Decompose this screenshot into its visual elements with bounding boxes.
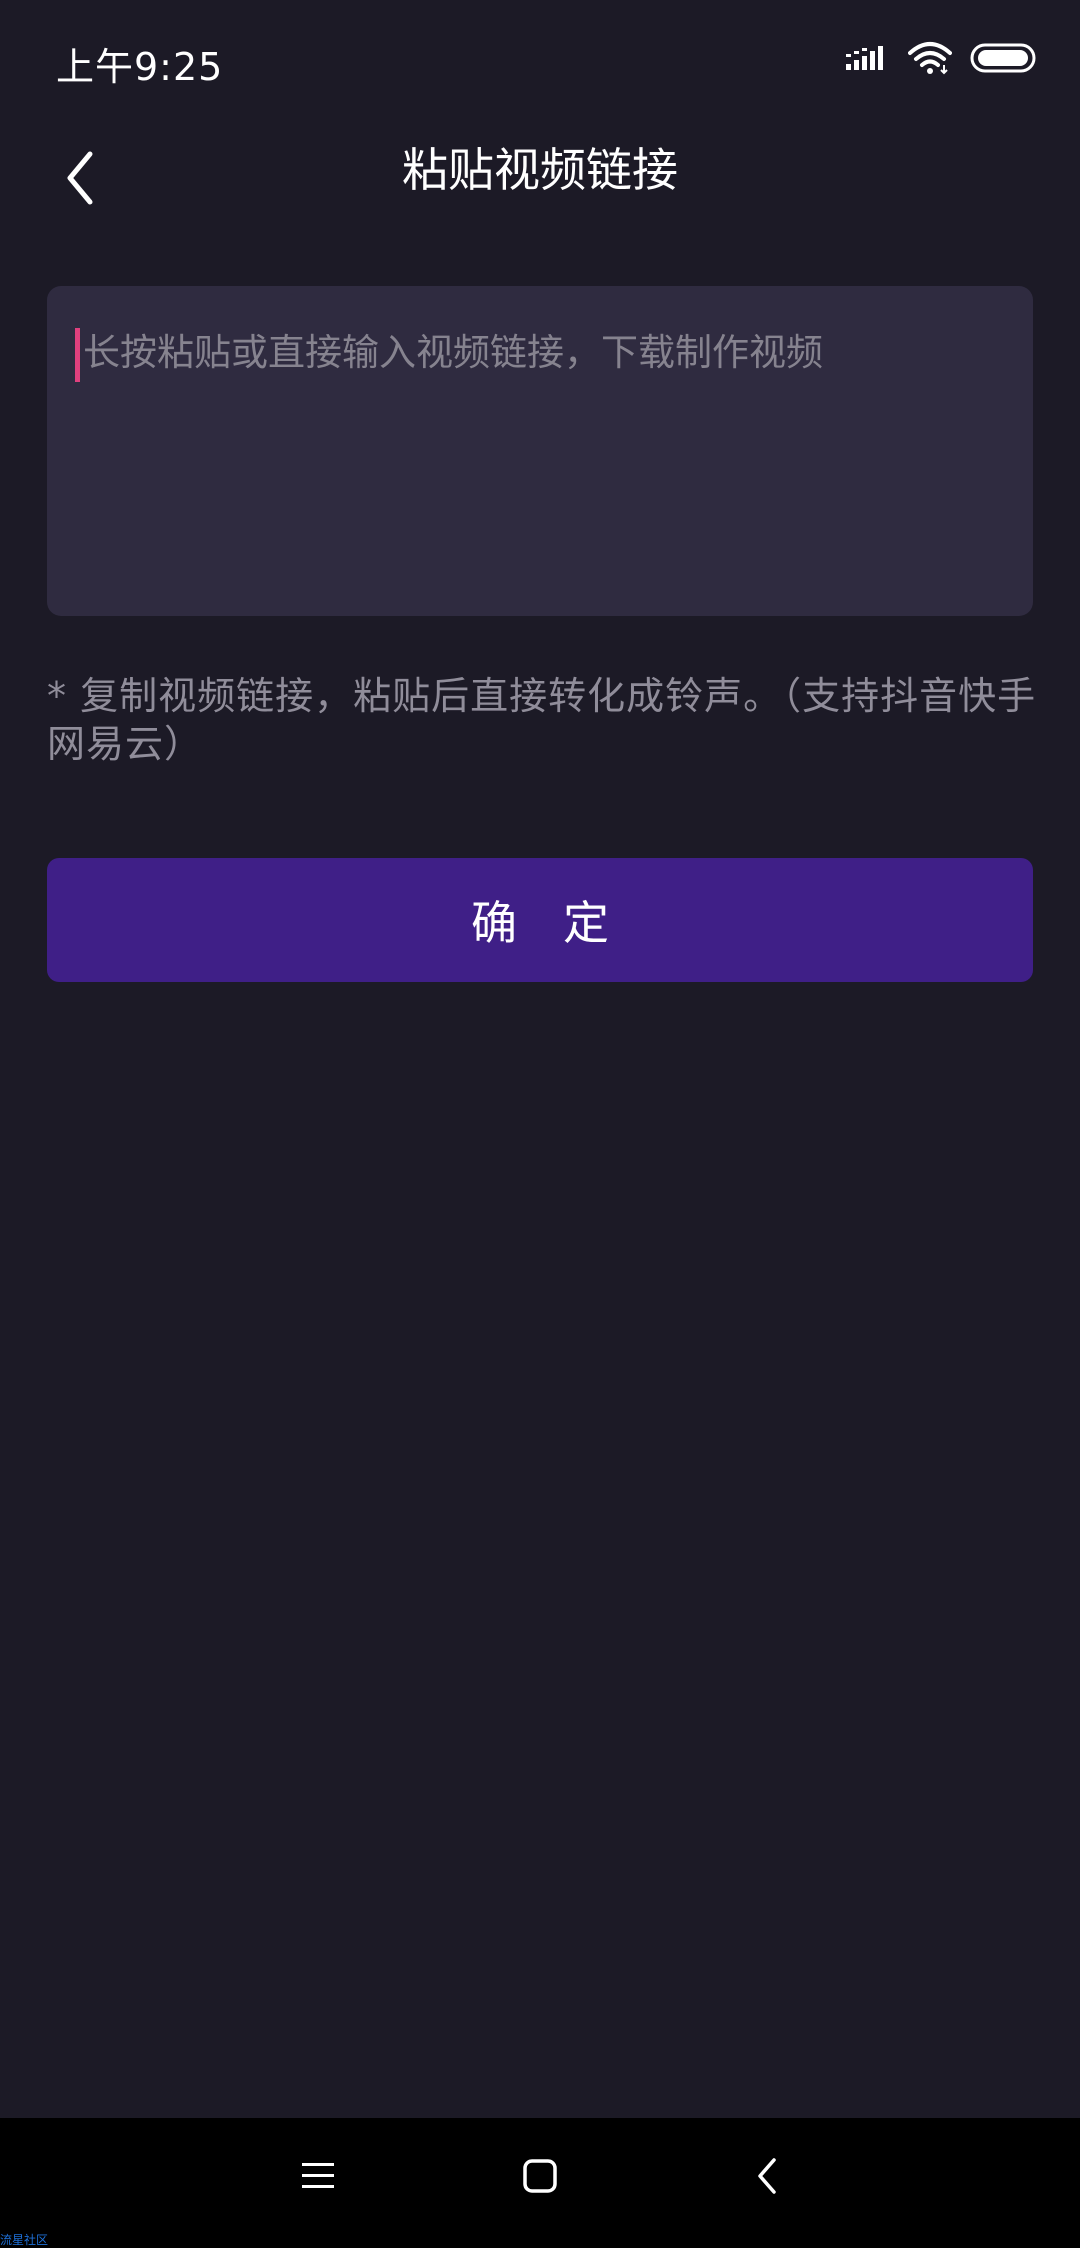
status-time: 上午9:25 bbox=[56, 45, 224, 89]
video-link-input[interactable] bbox=[77, 326, 1013, 586]
nav-back-button[interactable] bbox=[728, 2138, 808, 2218]
link-input-box[interactable] bbox=[47, 286, 1033, 616]
home-icon bbox=[520, 2156, 560, 2200]
signal-icon bbox=[846, 42, 890, 78]
watermark-text: 流星社区 bbox=[0, 2233, 49, 2247]
nav-menu-button[interactable] bbox=[278, 2138, 358, 2218]
menu-icon bbox=[298, 2158, 338, 2198]
back-icon bbox=[753, 2156, 783, 2200]
hint-text: * 复制视频链接，粘贴后直接转化成铃声。（支持抖音快手网易云） bbox=[47, 674, 1037, 766]
system-nav-bar bbox=[0, 2118, 1080, 2248]
confirm-button[interactable]: 确定 bbox=[47, 858, 1033, 982]
status-bar: 上午9:25 bbox=[0, 0, 1080, 120]
battery-icon bbox=[970, 42, 1040, 78]
header: 粘贴视频链接 bbox=[0, 120, 1080, 220]
wifi-icon bbox=[908, 41, 952, 79]
page-title: 粘贴视频链接 bbox=[402, 143, 678, 197]
status-icons bbox=[846, 42, 1040, 78]
nav-home-button[interactable] bbox=[500, 2138, 580, 2218]
